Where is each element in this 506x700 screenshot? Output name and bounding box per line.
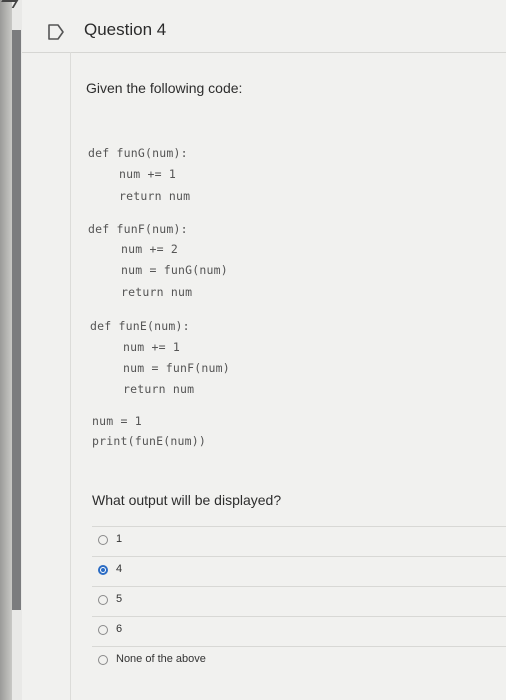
code-def-funf: def funF(num): [88,222,188,236]
answer-option-none[interactable]: None of the above [92,646,506,676]
code-line: return num [121,285,193,299]
code-line: num += 2 [121,242,178,256]
option-label: 1 [116,533,123,545]
left-edge-shadow [0,0,12,700]
radio-button-selected[interactable] [98,565,108,575]
answer-option-5[interactable]: 5 [92,586,506,616]
code-line: num = 1 [92,414,142,428]
radio-button[interactable] [98,655,108,665]
code-def-fune: def funE(num): [90,319,190,333]
question-prompt: Given the following code: [86,80,243,96]
code-line: return num [119,189,191,203]
option-label: 5 [116,593,123,605]
left-scrollbar[interactable] [12,30,21,610]
code-line: num = funF(num) [123,361,230,375]
option-label: None of the above [116,653,206,665]
option-label: 4 [116,563,123,575]
answer-option-6[interactable]: 6 [92,616,506,646]
option-label: 6 [116,623,123,635]
question-header: Question 4 [22,8,506,53]
code-line: print(funE(num)) [92,434,206,448]
corner-mark [0,0,19,8]
radio-button[interactable] [98,595,108,605]
question-title: Question 4 [84,20,167,39]
radio-button[interactable] [98,535,108,545]
code-line: num += 1 [123,340,180,354]
question-text: What output will be displayed? [92,492,282,508]
radio-button[interactable] [98,625,108,635]
flag-icon[interactable] [46,22,66,42]
code-def-fung: def funG(num): [88,146,188,160]
code-line: return num [123,382,195,396]
answer-option-4[interactable]: 4 [92,556,506,586]
code-line: num += 1 [119,167,176,181]
answer-options: 1 4 5 6 None of the above [92,526,506,676]
answer-option-1[interactable]: 1 [92,526,506,556]
code-line: num = funG(num) [121,263,228,277]
